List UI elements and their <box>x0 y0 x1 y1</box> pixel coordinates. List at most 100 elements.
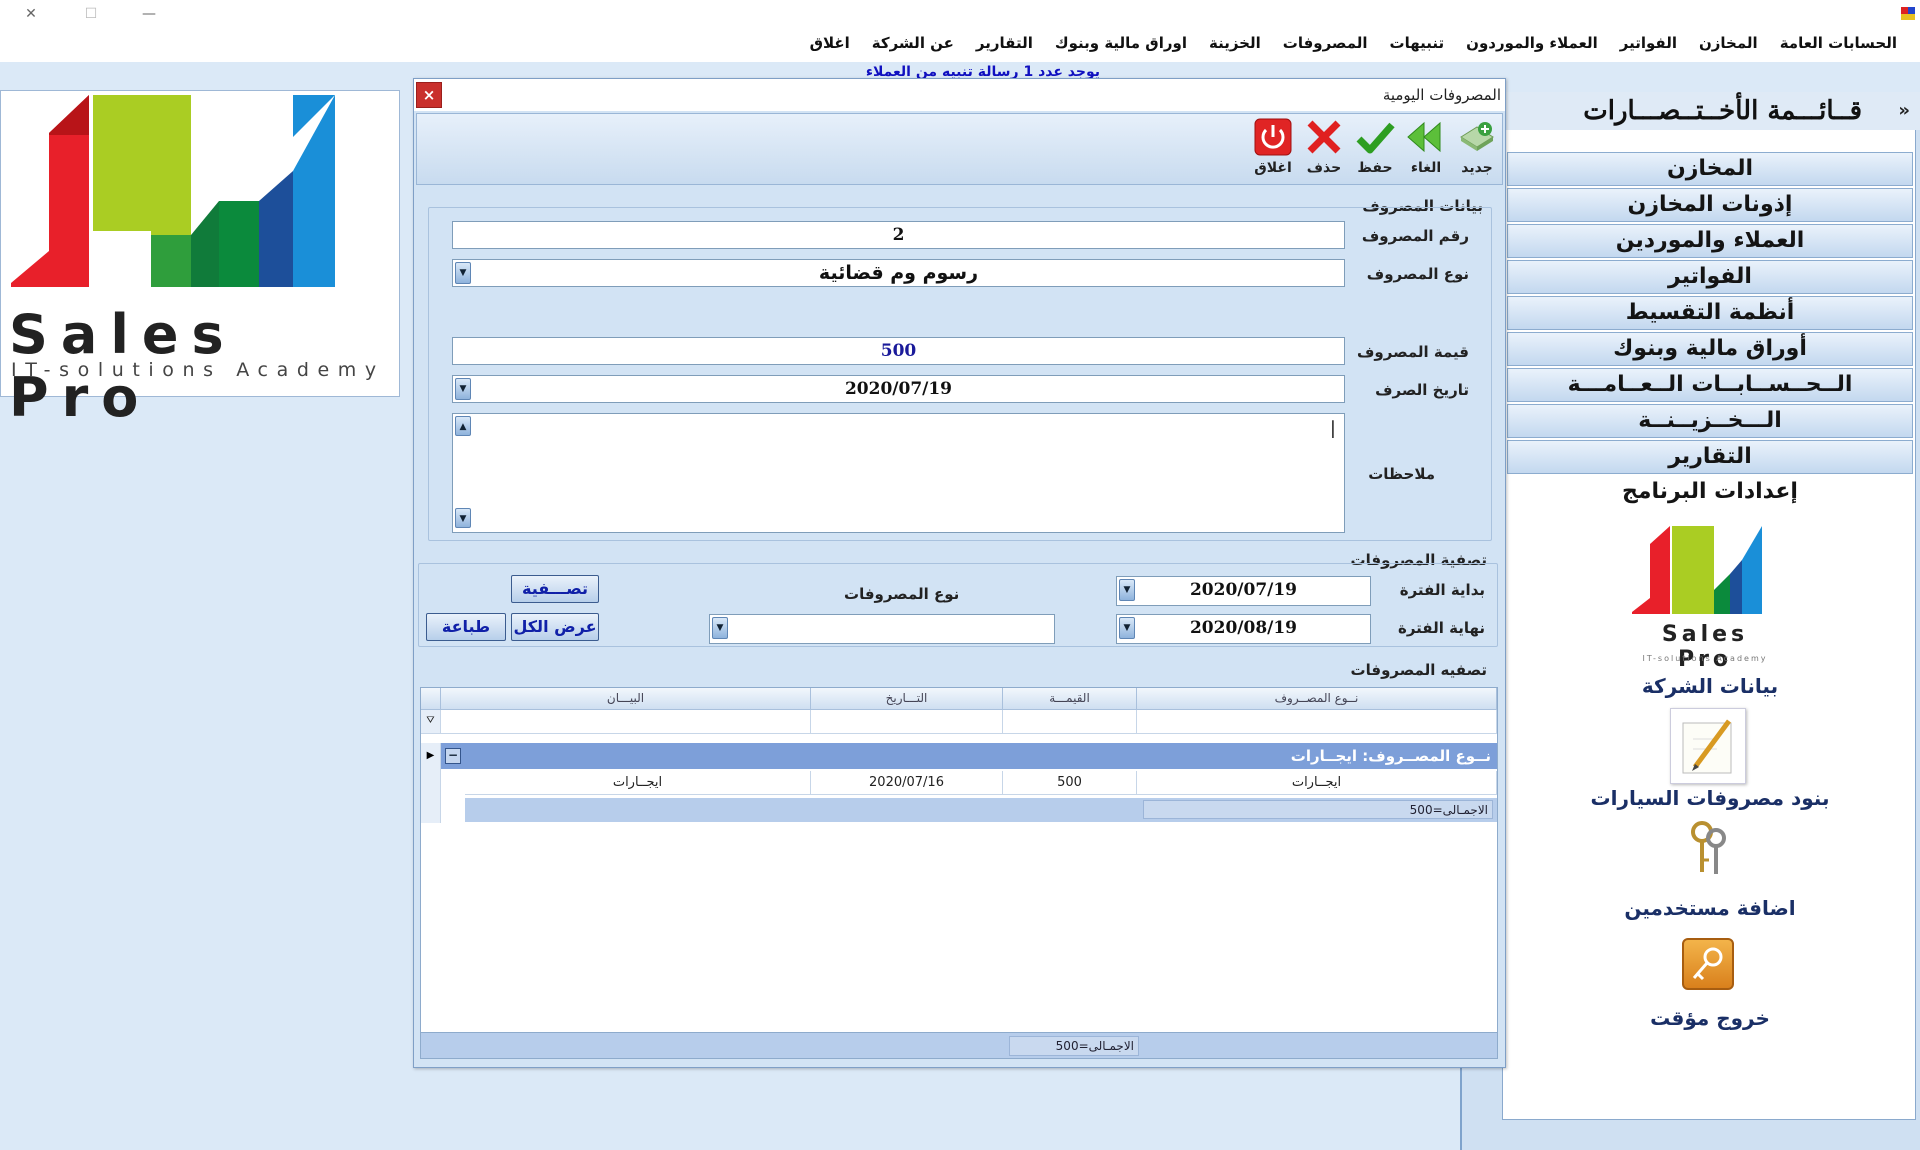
menu-alerts[interactable]: تنبيهات <box>1379 34 1456 52</box>
expense-types-select[interactable]: ▼ <box>709 614 1055 644</box>
expense-types-label: نوع المصروفات <box>844 585 960 603</box>
menu-reports[interactable]: التقارير <box>965 34 1044 52</box>
column-header-type[interactable]: نــوع المصــروف <box>1137 688 1497 710</box>
shortcut-customers-suppliers[interactable]: العملاء والموردين <box>1507 224 1913 258</box>
expenses-grid: نــوع المصــروف القيمـــة التـــاريخ الب… <box>420 687 1498 1059</box>
checkmark-icon <box>1352 116 1398 158</box>
calendar-dropdown-icon[interactable]: ▼ <box>1119 617 1135 639</box>
collapse-group-icon[interactable]: − <box>445 748 461 764</box>
column-header-amount[interactable]: القيمـــة <box>1003 688 1137 710</box>
payment-date-value: 2020/07/19 <box>844 379 953 399</box>
dropdown-arrow-icon[interactable]: ▼ <box>455 262 471 284</box>
menu-treasury[interactable]: الخزينة <box>1198 34 1272 52</box>
edit-notes-icon[interactable] <box>1670 708 1746 784</box>
row-header <box>421 769 441 823</box>
filter-button[interactable]: تصـــفية <box>511 575 599 603</box>
shortcut-stores[interactable]: المخازن <box>1507 152 1913 186</box>
add-users-link[interactable]: اضافة مستخدمين <box>1507 896 1913 920</box>
menu-invoices[interactable]: الفواتير <box>1609 34 1688 52</box>
dropdown-arrow-icon[interactable]: ▼ <box>712 617 728 639</box>
print-button[interactable]: طباعة <box>426 613 506 641</box>
delete-label: حذف <box>1306 160 1342 176</box>
filter-cell-type[interactable] <box>1137 710 1497 734</box>
shortcut-papers-banks[interactable]: أوراق مالية وبنوك <box>1507 332 1913 366</box>
menu-expenses[interactable]: المصروفات <box>1272 34 1379 52</box>
expense-type-value: رسوم وم قضائية <box>818 262 979 284</box>
close-button[interactable]: اغلاق <box>1250 116 1296 182</box>
shortcut-store-permits[interactable]: إذونات المخازن <box>1507 188 1913 222</box>
grid-footer: الاجمـالى=500 <box>421 1032 1497 1058</box>
expense-number-field[interactable]: 2 <box>452 221 1345 249</box>
company-data-link[interactable]: بيانات الشركة <box>1507 674 1913 698</box>
logout-key-icon[interactable] <box>1682 938 1734 990</box>
delete-x-icon <box>1301 116 1347 158</box>
window-minimize-button[interactable]: — <box>126 0 172 28</box>
program-settings-heading[interactable]: إعدادات البرنامج <box>1507 476 1913 510</box>
filter-cell-description[interactable] <box>441 710 811 734</box>
cancel-button[interactable]: الغاء <box>1403 116 1449 182</box>
dialog-titlebar: المصروفات اليومية × <box>414 79 1505 111</box>
expenses-grid-heading: تصفيه المصروفات <box>1350 661 1487 679</box>
calendar-dropdown-icon[interactable]: ▼ <box>455 378 471 400</box>
dialog-close-button[interactable]: × <box>416 82 442 108</box>
company-logo: Sales Pro IT-solutions Academy <box>0 90 400 429</box>
period-start-label: بداية الفترة <box>1399 581 1485 599</box>
collapse-chevron-icon[interactable]: » <box>1898 100 1910 121</box>
app-icon <box>1900 4 1916 22</box>
menu-general-accounts[interactable]: الحسابات العامة <box>1769 34 1908 52</box>
shortcut-installments[interactable]: أنظمة التقسيط <box>1507 296 1913 330</box>
delete-button[interactable]: حذف <box>1301 116 1347 182</box>
payment-date-picker[interactable]: ▼ 2020/07/19 <box>452 375 1345 403</box>
window-close-button[interactable]: ✕ <box>8 0 54 28</box>
app-titlebar <box>0 0 1920 28</box>
shortcut-treasury[interactable]: الـــخــزيــنــة <box>1507 404 1913 438</box>
expense-amount-label: قيمة المصروف <box>1356 343 1469 361</box>
show-all-button[interactable]: عرض الكل <box>511 613 599 641</box>
shortcut-reports[interactable]: التقارير <box>1507 440 1913 474</box>
payment-date-label: تاريخ الصرف <box>1375 381 1469 399</box>
calendar-dropdown-icon[interactable]: ▼ <box>1119 579 1135 601</box>
new-button[interactable]: جديد <box>1454 116 1500 182</box>
period-start-value: 2020/07/19 <box>1189 580 1298 600</box>
filter-row-icon[interactable]: ⛛ <box>421 710 441 734</box>
save-label: حفظ <box>1357 160 1393 176</box>
scroll-up-icon[interactable]: ▲ <box>455 416 471 436</box>
users-keys-icon[interactable] <box>1682 818 1734 878</box>
shortcut-invoices[interactable]: الفواتير <box>1507 260 1913 294</box>
period-end-value: 2020/08/19 <box>1189 618 1298 638</box>
expense-amount-field[interactable]: 500 <box>452 337 1345 365</box>
menu-customers-suppliers[interactable]: العملاء والموردون <box>1455 34 1609 52</box>
menu-exit[interactable]: اغلاق <box>799 34 861 52</box>
menu-papers-banks[interactable]: اوراق مالية وبنوك <box>1044 34 1198 52</box>
dialog-title: المصروفات اليومية <box>1382 86 1501 104</box>
sidebar-logo-graphic <box>1632 526 1762 614</box>
save-button[interactable]: حفظ <box>1352 116 1398 182</box>
period-start-picker[interactable]: ▼ 2020/07/19 <box>1116 576 1371 606</box>
cell-description[interactable]: ايجــارات <box>465 771 811 795</box>
row-indicator-icon: ▶ <box>421 743 441 769</box>
shortcut-general-accounts[interactable]: الــحــســابــات الــعــامـــة <box>1507 368 1913 402</box>
scroll-down-icon[interactable]: ▼ <box>455 508 471 528</box>
menu-about[interactable]: عن الشركة <box>861 34 965 52</box>
undo-arrows-icon <box>1403 116 1449 158</box>
cell-type[interactable]: ايجــارات <box>1137 771 1497 795</box>
vehicle-expenses-link[interactable]: بنود مصروفات السيارات <box>1507 786 1913 810</box>
close-label: اغلاق <box>1254 160 1292 176</box>
cell-date[interactable]: 2020/07/16 <box>811 771 1003 795</box>
filter-cell-amount[interactable] <box>1003 710 1137 734</box>
grand-total: الاجمـالى=500 <box>1009 1036 1139 1056</box>
window-restore-button[interactable]: ☐ <box>68 0 114 28</box>
temporary-exit-link[interactable]: خروج مؤقت <box>1507 1006 1913 1030</box>
logo-graphic <box>11 95 335 287</box>
shortcuts-title: قــائـــمة الأخــتــصـــارات <box>1583 96 1862 126</box>
dialog-toolbar: جديد الغاء حفظ حذف اغلاق <box>416 113 1503 185</box>
expense-type-select[interactable]: ▼ رسوم وم قضائية <box>452 259 1345 287</box>
cell-amount[interactable]: 500 <box>1003 771 1137 795</box>
column-header-description[interactable]: البيـــان <box>441 688 811 710</box>
period-end-picker[interactable]: ▼ 2020/08/19 <box>1116 614 1371 644</box>
notes-textarea[interactable]: ▲ ▼ | <box>452 413 1345 533</box>
group-row[interactable]: نــوع المصــروف: ايجــارات − <box>441 743 1497 769</box>
menu-stores[interactable]: المخازن <box>1688 34 1769 52</box>
filter-cell-date[interactable] <box>811 710 1003 734</box>
column-header-date[interactable]: التـــاريخ <box>811 688 1003 710</box>
